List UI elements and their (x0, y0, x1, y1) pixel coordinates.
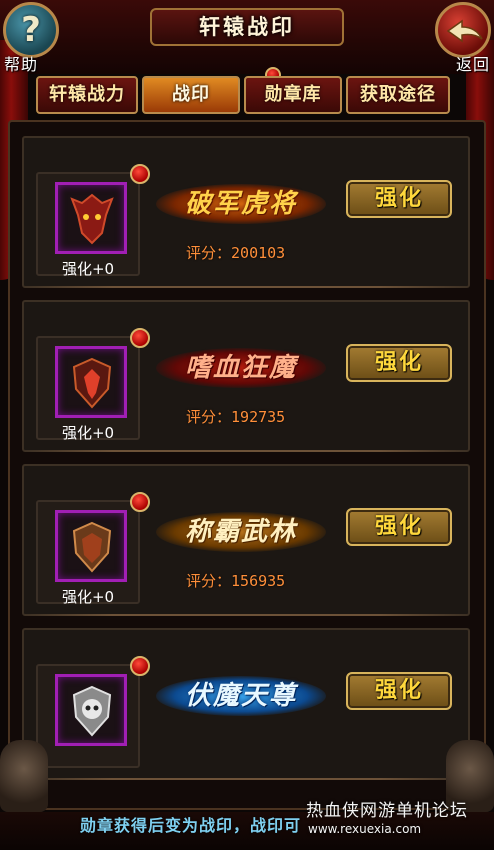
notification-dot-icon (130, 328, 150, 348)
enhance-button[interactable]: 强化 (346, 180, 452, 218)
help-button[interactable]: ? (3, 2, 59, 58)
enhance-level: 强化+0 (61, 260, 115, 278)
notification-dot-icon (130, 656, 150, 676)
bronze-shield-icon (72, 521, 112, 573)
seal-title: 破军虎将 (184, 189, 297, 219)
icon-box (55, 510, 127, 582)
dragon-helm-icon (70, 193, 114, 245)
watermark: 热血侠网游单机论坛 (306, 801, 468, 821)
skull-shield-icon (72, 685, 112, 737)
tab-xuanyuan-power[interactable]: 轩辕战力 (36, 76, 138, 114)
seal-score: 评分：200103 (186, 242, 285, 263)
watermark-url: www.rexuexia.com (308, 822, 422, 836)
seal-title-art: 破军虎将 (150, 174, 332, 234)
score-value: 156935 (231, 572, 286, 590)
page-title: 轩辕战印 (150, 8, 344, 46)
seal-card: 强化+0 嗜血狂魔 评分：192735 强化 (22, 300, 470, 452)
notification-dot-icon (130, 492, 150, 512)
tab-acquire-ways[interactable]: 获取途径 (346, 76, 450, 114)
seal-icon-slot[interactable]: 强化+0 (36, 500, 140, 606)
enhance-level: 强化+0 (61, 588, 115, 606)
seal-icon-slot[interactable]: 强化+0 (36, 172, 140, 278)
seal-score: 评分：156935 (186, 570, 285, 591)
seal-title-art: 称霸武林 (150, 502, 332, 562)
enhance-button[interactable]: 强化 (346, 672, 452, 710)
icon-box (55, 346, 127, 418)
back-label[interactable]: 返回 (456, 51, 490, 75)
notification-dot-icon (130, 164, 150, 184)
icon-box (55, 182, 127, 254)
score-label: 评分： (186, 244, 232, 262)
seal-icon-slot[interactable] (36, 664, 140, 768)
seal-list[interactable]: 强化+0 破军虎将 评分：200103 强化 强化+0 嗜血狂魔 评分：1927… (8, 120, 486, 810)
enhance-button[interactable]: 强化 (346, 344, 452, 382)
icon-box (55, 674, 127, 746)
seal-title-art: 嗜血狂魔 (150, 338, 332, 398)
seal-card: 伏魔天尊 强化 (22, 628, 470, 780)
seal-title: 伏魔天尊 (184, 681, 297, 711)
seal-title-art: 伏魔天尊 (150, 666, 332, 726)
seal-title: 称霸武林 (184, 517, 297, 547)
score-label: 评分： (186, 572, 232, 590)
demon-shield-icon (72, 357, 112, 409)
seal-score: 评分：192735 (186, 406, 285, 427)
seal-card: 强化+0 破军虎将 评分：200103 强化 (22, 136, 470, 288)
skull-ornament-left (0, 740, 48, 812)
seal-card: 强化+0 称霸武林 评分：156935 强化 (22, 464, 470, 616)
score-label: 评分： (186, 408, 232, 426)
back-button[interactable] (435, 2, 491, 58)
seal-title: 嗜血狂魔 (184, 353, 297, 383)
score-value: 200103 (231, 244, 286, 262)
question-mark-icon: ? (21, 10, 41, 50)
back-arrow-icon (446, 19, 483, 43)
enhance-level: 强化+0 (61, 424, 115, 442)
tab-seal[interactable]: 战印 (142, 76, 240, 114)
enhance-button[interactable]: 强化 (346, 508, 452, 546)
tab-bar: 轩辕战力 战印 勋章库 获取途径 (36, 67, 458, 116)
tab-medal-library[interactable]: 勋章库 (244, 76, 342, 114)
score-value: 192735 (231, 408, 286, 426)
help-label[interactable]: 帮助 (4, 51, 38, 75)
footer-tip: 勋章获得后变为战印，战印可 (80, 816, 302, 835)
seal-icon-slot[interactable]: 强化+0 (36, 336, 140, 442)
